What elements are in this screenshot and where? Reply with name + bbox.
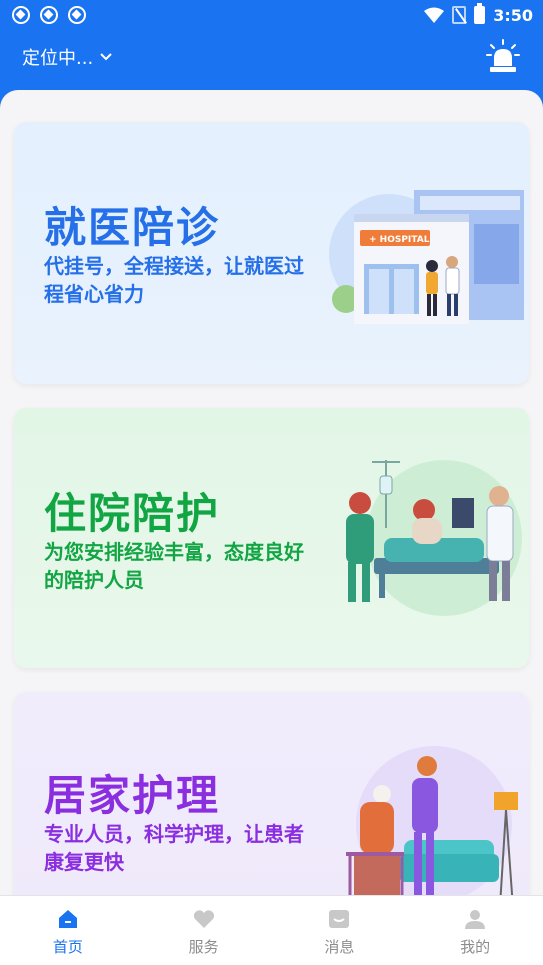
notification-icon <box>40 6 58 24</box>
heart-icon <box>193 910 214 928</box>
service-card-hospital-escort[interactable]: 就医陪诊 代挂号，全程接送，让就医过程省心省力 + HOSPITAL <box>14 122 529 384</box>
card-title: 居家护理 <box>44 771 221 820</box>
alarm-siren-icon[interactable] <box>485 38 521 74</box>
message-icon <box>329 910 350 928</box>
user-icon <box>465 910 486 929</box>
status-notifications <box>12 6 86 24</box>
card-description: 专业人员，科学护理，让患者康复更快 <box>44 822 304 874</box>
card-title: 就医陪诊 <box>44 203 221 252</box>
tab-messages[interactable]: 消息 <box>272 896 408 965</box>
chevron-down-icon <box>100 53 112 61</box>
notification-icon <box>68 6 86 24</box>
battery-icon <box>474 3 486 24</box>
status-bar: 3:50 <box>0 0 543 30</box>
home-icon <box>58 910 77 928</box>
bottom-tabbar: 首页 服务 消息 我的 <box>0 895 543 965</box>
tab-home[interactable]: 首页 <box>0 896 136 965</box>
no-sim-icon <box>452 6 467 24</box>
home-content: 就医陪诊 代挂号，全程接送，让就医过程省心省力 + HOSPITAL 住院陪护 … <box>0 90 543 895</box>
service-card-home-care[interactable]: 居家护理 专业人员，科学护理，让患者康复更快 <box>14 692 529 895</box>
location-text: 定位中... <box>22 48 94 69</box>
tab-label: 消息 <box>324 938 355 956</box>
hospital-illustration: + HOSPITAL <box>329 190 524 324</box>
wifi-icon <box>424 7 445 23</box>
tab-profile[interactable]: 我的 <box>407 896 543 965</box>
tab-label: 首页 <box>52 938 83 956</box>
home-care-illustration <box>346 746 518 895</box>
location-selector[interactable]: 定位中... <box>22 44 113 70</box>
service-card-inpatient-care[interactable]: 住院陪护 为您安排经验丰富，态度良好的陪护人员 <box>14 408 529 668</box>
tab-label: 服务 <box>188 938 219 956</box>
tab-services[interactable]: 服务 <box>136 896 272 965</box>
notification-icon <box>12 6 30 24</box>
status-indicators: 3:50 <box>424 3 533 25</box>
status-time: 3:50 <box>493 5 533 25</box>
inpatient-care-illustration <box>346 460 522 616</box>
card-description: 代挂号，全程接送，让就医过程省心省力 <box>44 254 304 306</box>
card-title: 住院陪护 <box>44 489 221 538</box>
tab-label: 我的 <box>460 938 491 956</box>
card-description: 为您安排经验丰富，态度良好的陪护人员 <box>44 540 304 592</box>
svg-text:+ HOSPITAL: + HOSPITAL <box>369 235 430 245</box>
